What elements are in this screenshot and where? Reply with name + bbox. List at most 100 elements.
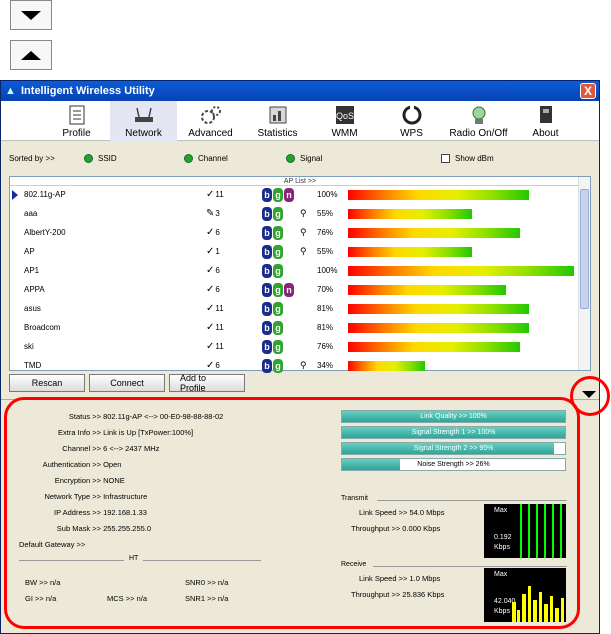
ap-signal-percent: 34% <box>317 361 334 370</box>
tab-radio-on-off[interactable]: Radio On/Off <box>445 101 512 141</box>
ap-list-row[interactable]: ski ✓ 11 b g 76% <box>10 338 590 357</box>
tab-advanced[interactable]: Advanced <box>177 101 244 141</box>
ap-channel: ✓ 11 <box>206 189 224 200</box>
scrollbar-thumb[interactable] <box>580 189 589 309</box>
tab-radio-label: Radio On/Off <box>449 128 508 139</box>
infrastructure-icon: ✓ <box>206 189 215 200</box>
tab-wmm[interactable]: QoS WMM <box>311 101 378 141</box>
transmit-link-speed: Link Speed >> 54.0 Mbps <box>359 508 445 517</box>
encryption-key: Encryption >> <box>54 476 101 485</box>
ap-list-row[interactable]: AP ✓ 1 b g ⚲ 55% <box>10 243 590 262</box>
ap-ssid: aaa <box>24 209 38 218</box>
ap-list-row[interactable]: asus ✓ 11 b g 81% <box>10 300 590 319</box>
infrastructure-icon: ✓ <box>206 284 215 295</box>
tab-wps[interactable]: WPS <box>378 101 445 141</box>
expand-status-button[interactable] <box>582 391 596 398</box>
ap-list-header: AP List >> <box>10 177 590 186</box>
sort-options: Sorted by >> SSID Channel Signal Show dB… <box>9 151 589 165</box>
sub-mask-value: 255.255.255.0 <box>103 524 152 533</box>
ap-list[interactable]: AP List >> 802.11g-AP ✓ 11 b g n 100% aaa ✎ 3 b g ⚲ 5… <box>9 176 591 373</box>
rescan-button[interactable]: Rescan <box>9 374 85 392</box>
noise-strength-bar: Noise Strength >> 26% <box>341 458 566 471</box>
receive-graph-unit: Kbps <box>494 608 510 615</box>
add-to-profile-button[interactable]: Add to Profile <box>169 373 245 393</box>
channel-key: Channel >> <box>62 444 101 453</box>
ht-snr0: SNR0 >> n/a <box>185 578 229 587</box>
network-type-value: Infrastructure <box>103 492 148 501</box>
sort-signal-radio[interactable]: Signal <box>286 153 441 163</box>
mode-g-badge: g <box>273 188 283 202</box>
infrastructure-icon: ✓ <box>206 303 215 314</box>
radio-dot-icon <box>84 153 93 163</box>
sort-ssid-radio[interactable]: SSID <box>84 153 184 163</box>
infrastructure-icon: ✓ <box>206 322 215 333</box>
ap-ssid: asus <box>24 304 41 313</box>
mode-g-badge: g <box>273 340 283 354</box>
ap-channel-number: 1 <box>215 247 220 256</box>
receive-title: Receive <box>341 561 367 568</box>
mode-g-badge: g <box>273 264 283 278</box>
ap-ssid: Broadcom <box>24 323 61 332</box>
connect-button[interactable]: Connect <box>89 374 165 392</box>
adhoc-icon: ✎ <box>206 208 215 219</box>
ap-list-row[interactable]: AP1 ✓ 6 b g 100% <box>10 262 590 281</box>
sort-channel-radio[interactable]: Channel <box>184 153 286 163</box>
app-icon: ▲ <box>5 85 16 97</box>
ap-list-scrollbar[interactable] <box>578 177 590 370</box>
show-dbm-checkbox[interactable]: Show dBm <box>441 153 494 163</box>
ht-bw: BW >> n/a <box>25 578 61 587</box>
ap-modes: bg <box>262 207 284 221</box>
ap-channel: ✎ 3 <box>206 208 220 219</box>
signal-strength-2-label: Signal Strength 2 >> 95% <box>413 445 494 452</box>
svg-text:QoS: QoS <box>335 111 353 121</box>
receive-graph-max: Max <box>494 571 508 578</box>
tx-graph-bar <box>536 504 538 558</box>
mode-n-badge: n <box>284 188 294 202</box>
ap-list-row[interactable]: AlbertY-200 ✓ 6 b g ⚲ 76% <box>10 224 590 243</box>
ap-signal-bar <box>348 285 506 295</box>
default-gateway-key: Default Gateway >> <box>19 540 86 549</box>
ip-address-value: 192.168.1.33 <box>103 508 147 517</box>
status-panel: Status >> 802.11g-AP <--> 00-E0-98-88-88… <box>1 399 599 633</box>
checkbox-icon <box>441 153 450 163</box>
tab-network-label: Network <box>125 128 162 139</box>
transmit-graph-unit: Kbps <box>494 544 510 551</box>
close-button[interactable]: X <box>580 83 596 99</box>
ap-modes: bg <box>262 264 284 278</box>
ap-actions: Rescan Connect Add to Profile <box>9 373 249 393</box>
sort-signal-label: Signal <box>300 153 323 163</box>
rx-graph-bar <box>544 604 548 622</box>
lock-icon: ⚲ <box>300 360 307 370</box>
tab-profile-label: Profile <box>62 128 91 139</box>
infrastructure-icon: ✓ <box>206 265 215 276</box>
mode-b-badge: b <box>262 245 272 259</box>
ap-channel-number: 11 <box>215 304 224 313</box>
window-title: Intelligent Wireless Utility <box>21 85 155 97</box>
tab-network[interactable]: Network <box>110 101 177 141</box>
transmit-graph-value: 0.192 <box>494 534 512 541</box>
ap-list-row[interactable]: Broadcom ✓ 11 b g 81% <box>10 319 590 338</box>
mode-b-badge: b <box>262 188 272 202</box>
extra-info-row: Extra Info >> Link is Up [TxPower:100%] <box>11 428 193 437</box>
tab-about-label: About <box>532 128 559 139</box>
rx-graph-bar <box>517 610 520 622</box>
ap-list-row[interactable]: aaa ✎ 3 b g ⚲ 55% <box>10 205 590 224</box>
ap-modes: bgn <box>262 188 295 202</box>
ap-signal-percent: 55% <box>317 209 334 218</box>
ap-list-row[interactable]: 802.11g-AP ✓ 11 b g n 100% <box>10 186 590 205</box>
tab-about[interactable]: About <box>512 101 579 141</box>
tx-graph-bar <box>520 504 522 558</box>
ap-ssid: TMD <box>24 361 42 370</box>
signal-strength-1-label: Signal Strength 1 >> 100% <box>411 429 496 436</box>
tab-profile[interactable]: Profile <box>43 101 110 141</box>
tab-wmm-label: WMM <box>331 128 358 139</box>
mode-b-badge: b <box>262 340 272 354</box>
tab-statistics[interactable]: Statistics <box>244 101 311 141</box>
ap-modes: bg <box>262 226 284 240</box>
rx-graph-bar <box>561 598 564 622</box>
radio-icon <box>468 104 490 126</box>
ap-list-row[interactable]: APPA ✓ 6 b g n 70% <box>10 281 590 300</box>
lock-icon: ⚲ <box>300 246 307 256</box>
status-key: Status >> <box>68 412 101 421</box>
lock-icon: ⚲ <box>300 227 307 237</box>
